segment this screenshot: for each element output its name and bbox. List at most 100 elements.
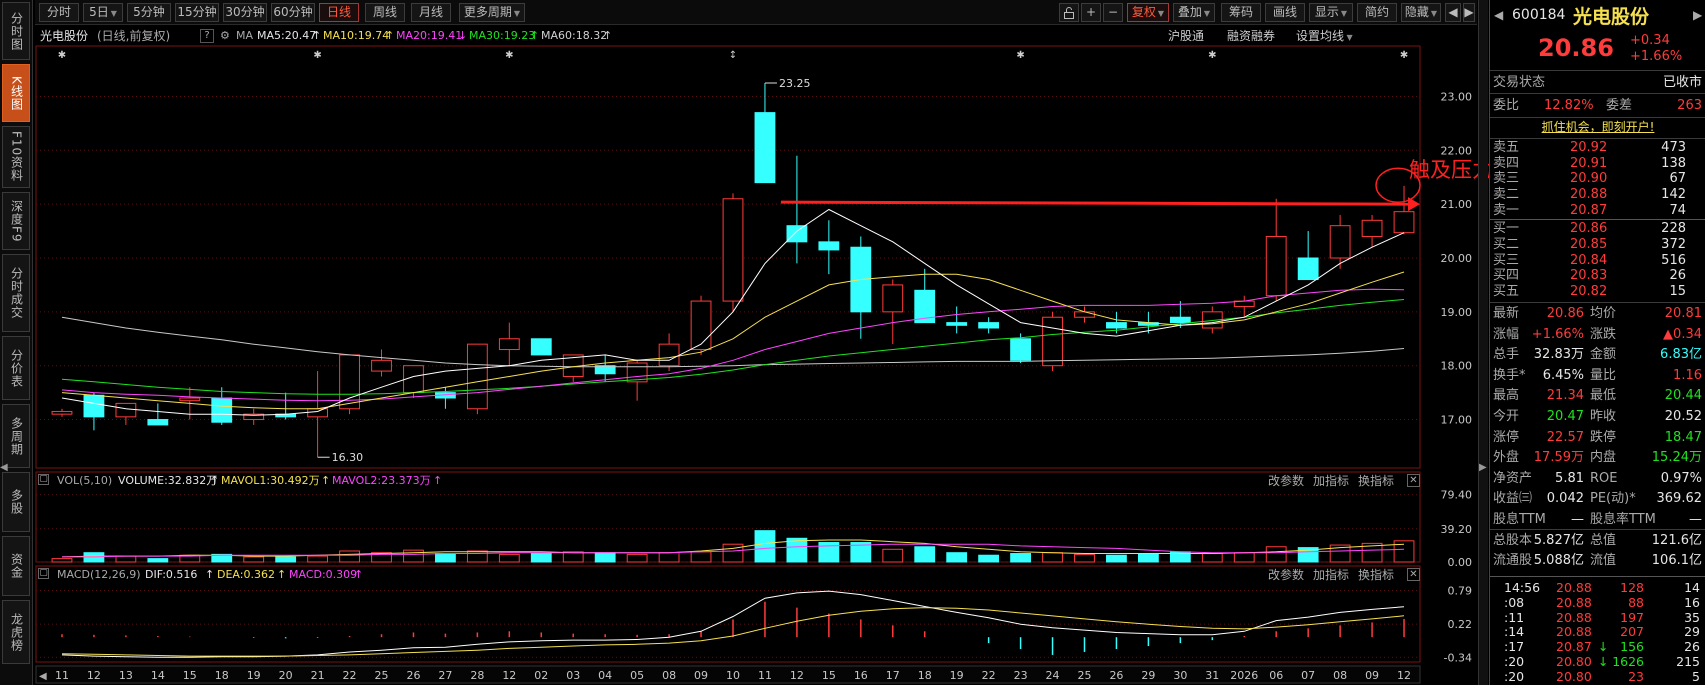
stock-title: 光电股份 (1573, 6, 1650, 28)
collapse-right-icon[interactable]: ▶ (1479, 462, 1487, 473)
ask-price: 20.91 (1570, 155, 1608, 171)
volume-bar-up (626, 553, 648, 563)
stat-label: 涨幅 (1493, 326, 1520, 342)
dif-value: DIF:0.516 (145, 568, 198, 581)
bid-volume: 26 (1669, 268, 1686, 284)
volume-bar-up (1074, 553, 1095, 563)
bid-level-4[interactable]: 买四 20.83 26 (1490, 268, 1705, 284)
stat-row: 净资产 5.81 ROE 0.97% (1490, 469, 1705, 488)
candle-down (1169, 316, 1191, 324)
event-marker-icon: ✱ (1400, 50, 1408, 61)
tick-count: 29 (1684, 624, 1700, 640)
ratio-value: 12.82% (1544, 98, 1594, 113)
bid-volume: 15 (1669, 284, 1686, 300)
ask-label: 卖二 (1493, 187, 1520, 203)
stat-row: 收益㈢ 0.042 PE(动)* 369.62 (1490, 489, 1705, 508)
x-tick-label: 27 (438, 669, 452, 682)
volume-bar-up (1393, 540, 1415, 563)
bid-price: 20.83 (1570, 268, 1608, 284)
macd-tick-label: -0.34 (1444, 651, 1472, 664)
tick-price: 20.80 (1556, 654, 1592, 669)
ask-price: 20.88 (1570, 187, 1608, 203)
bid-level-5[interactable]: 买五 20.82 15 (1490, 284, 1705, 300)
stat-row: 涨幅 +1.66% 涨跌 ▲0.34 (1490, 325, 1705, 344)
stat-label: 涨停 (1493, 429, 1520, 445)
x-tick-label: 30 (1173, 669, 1187, 682)
volume-arrow-icon: ↑ (210, 474, 220, 487)
volume-bar-up (882, 548, 904, 563)
next-stock-icon[interactable]: ▶ (1693, 6, 1702, 25)
low-label: 16.30 (332, 451, 364, 464)
open-account-banner[interactable]: 抓住机会，即刻开户! (1490, 118, 1705, 137)
candle-up (115, 402, 137, 418)
ask-volume: 138 (1661, 155, 1686, 171)
collapse-pane-icon[interactable]: ▢ (38, 568, 49, 579)
stat-value: ▲0.34 (1663, 326, 1702, 342)
candle-down (1010, 338, 1031, 361)
candle-up (179, 397, 201, 402)
candle-up (1329, 225, 1351, 259)
price-tick-label: 17.00 (1441, 414, 1473, 427)
price-tick-label: 19.00 (1441, 306, 1473, 319)
x-tick-label: 28 (470, 669, 484, 682)
ask-level-2[interactable]: 卖二 20.88 142 (1490, 187, 1705, 203)
candle-down (818, 241, 840, 251)
stat-value: +1.66% (1531, 326, 1584, 342)
tick-row: :17 20.87 ↓ 156 26 (1490, 639, 1705, 654)
stat-value: 106.1亿 (1651, 553, 1702, 569)
event-marker-icon: ✱ (313, 50, 321, 61)
volume-bar-up (498, 553, 520, 563)
right-splitter[interactable] (1478, 0, 1488, 685)
volume-bar-up (1042, 552, 1063, 563)
x-tick-label: 21 (311, 669, 325, 682)
ask-level-5[interactable]: 卖五 20.92 473 (1490, 140, 1705, 156)
stat-row: 换手* 6.45% 量比 1.16 (1490, 366, 1705, 385)
tick-time: :11 (1504, 609, 1525, 625)
volume-bar-down (147, 558, 169, 563)
ask-level-1[interactable]: 卖一 20.87 74 (1490, 203, 1705, 219)
stat-label: 量比 (1590, 367, 1617, 383)
bid-label: 买五 (1493, 284, 1520, 300)
volume-bar-down (435, 553, 456, 563)
event-marker-icon: ✱ (505, 50, 513, 61)
ask-volume: 74 (1669, 202, 1686, 218)
x-tick-label: 15 (822, 669, 836, 682)
macd-edit-params-link[interactable]: 改参数 (1268, 566, 1304, 584)
volume-bar-up (1201, 553, 1223, 563)
candle-up (307, 408, 329, 418)
x-tick-label: 19 (950, 669, 964, 682)
macd-switch-indicator-link[interactable]: 换指标 (1358, 566, 1394, 584)
stat-label: 昨收 (1590, 409, 1617, 424)
tick-count: 5 (1692, 668, 1700, 684)
stat-row: 最高 21.34 最低 20.44 (1490, 386, 1705, 405)
bid-level-2[interactable]: 买二 20.85 372 (1490, 237, 1705, 253)
ask-level-3[interactable]: 卖三 20.90 67 (1490, 171, 1705, 187)
bid-level-1[interactable]: 买一 20.86 228 (1490, 221, 1705, 237)
x-tick-label: 18 (918, 669, 932, 682)
vol-add-indicator-link[interactable]: 加指标 (1313, 472, 1349, 490)
tick-price: 20.88 (1556, 580, 1592, 595)
mavol2-arrow-icon: ↑ (433, 474, 443, 487)
stat-row: 外盘 17.59万 内盘 15.24万 (1490, 448, 1705, 467)
bid-label: 买一 (1493, 221, 1520, 236)
macd-arrow-icon: ↑ (354, 568, 364, 581)
vol-switch-indicator-link[interactable]: 换指标 (1358, 472, 1394, 490)
stat-value: 121.6亿 (1651, 532, 1702, 548)
stat-value: 20.47 (1546, 409, 1584, 424)
dea-arrow-icon: ↑ (277, 568, 287, 581)
vol-edit-params-link[interactable]: 改参数 (1268, 472, 1304, 490)
ask-level-4[interactable]: 卖四 20.91 138 (1490, 156, 1705, 172)
volume-bar-up (307, 555, 329, 563)
collapse-pane-icon[interactable]: ▢ (38, 474, 49, 485)
prev-stock-icon[interactable]: ◀ (1494, 6, 1503, 25)
stat-label: 收益㈢ (1493, 491, 1533, 507)
candle-up (51, 410, 73, 415)
close-icon[interactable]: ✕ (1407, 474, 1420, 487)
close-icon[interactable]: ✕ (1407, 568, 1420, 581)
bid-level-3[interactable]: 买三 20.84 516 (1490, 253, 1705, 269)
candle-up (1393, 211, 1415, 234)
macd-add-indicator-link[interactable]: 加指标 (1313, 566, 1349, 584)
stat-value: 15.24万 (1651, 450, 1702, 466)
tick-volume: 128 (1620, 580, 1644, 595)
candle-up (658, 343, 680, 367)
